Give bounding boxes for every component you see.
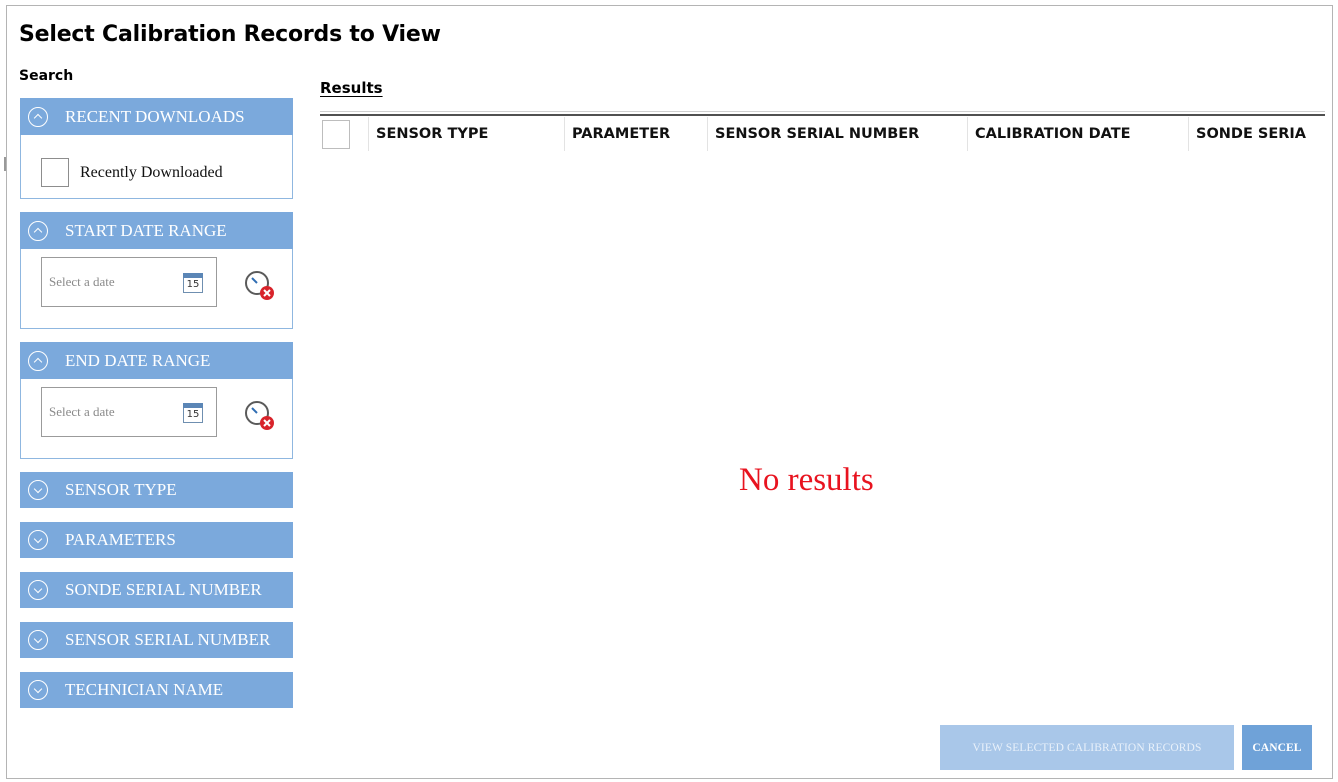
- filter-parameters: PARAMETERS: [20, 522, 293, 558]
- filter-start-date-range: START DATE RANGE 15: [20, 212, 293, 329]
- end-date-picker[interactable]: 15: [41, 387, 217, 437]
- sensor-type-header[interactable]: SENSOR TYPE: [20, 472, 293, 508]
- filter-panel: RECENT DOWNLOADS Recently Downloaded STA…: [20, 98, 293, 722]
- chevron-down-circle-icon: [28, 580, 48, 600]
- recent-downloads-body: Recently Downloaded: [20, 135, 293, 199]
- column-header-calibration-date[interactable]: CALIBRATION DATE: [967, 117, 1188, 151]
- start-date-range-body: 15: [20, 249, 293, 329]
- select-all-checkbox[interactable]: [322, 119, 350, 149]
- dialog-title: Select Calibration Records to View: [19, 22, 441, 47]
- recently-downloaded-option[interactable]: Recently Downloaded: [41, 158, 223, 187]
- chevron-down-circle-icon: [28, 680, 48, 700]
- end-date-input[interactable]: [42, 388, 172, 436]
- clear-date-icon[interactable]: [243, 398, 277, 432]
- filter-sensor-type: SENSOR TYPE: [20, 472, 293, 508]
- view-selected-records-button[interactable]: VIEW SELECTED CALIBRATION RECORDS: [940, 725, 1234, 770]
- select-all-cell: [320, 117, 368, 151]
- clear-date-icon[interactable]: [243, 268, 277, 302]
- sensor-serial-number-header[interactable]: SENSOR SERIAL NUMBER: [20, 622, 293, 658]
- chevron-up-circle-icon: [28, 220, 48, 241]
- start-date-range-label: START DATE RANGE: [65, 220, 227, 240]
- window-edge-mark: [4, 157, 6, 171]
- no-results-message: No results: [739, 462, 874, 498]
- end-date-range-label: END DATE RANGE: [65, 350, 211, 370]
- chevron-up-circle-icon: [28, 350, 48, 371]
- cancel-button[interactable]: CANCEL: [1242, 725, 1312, 770]
- filter-technician-name: TECHNICIAN NAME: [20, 672, 293, 708]
- sensor-serial-number-label: SENSOR SERIAL NUMBER: [65, 630, 271, 649]
- recent-downloads-header[interactable]: RECENT DOWNLOADS: [20, 98, 293, 135]
- start-date-input[interactable]: [42, 258, 172, 306]
- column-header-sensor-type[interactable]: SENSOR TYPE: [368, 117, 564, 151]
- start-date-picker[interactable]: 15: [41, 257, 217, 307]
- search-label: Search: [19, 68, 74, 84]
- calendar-icon[interactable]: 15: [183, 273, 203, 293]
- parameters-label: PARAMETERS: [65, 530, 176, 549]
- recent-downloads-label: RECENT DOWNLOADS: [65, 106, 245, 126]
- column-header-sensor-serial-number[interactable]: SENSOR SERIAL NUMBER: [707, 117, 967, 151]
- filter-sonde-serial-number: SONDE SERIAL NUMBER: [20, 572, 293, 608]
- chevron-down-circle-icon: [28, 630, 48, 650]
- technician-name-label: TECHNICIAN NAME: [65, 680, 224, 699]
- recently-downloaded-label: Recently Downloaded: [80, 163, 223, 181]
- chevron-down-circle-icon: [28, 530, 48, 550]
- recently-downloaded-checkbox[interactable]: [41, 158, 69, 187]
- table-top-divider: [320, 111, 1325, 112]
- sonde-serial-number-header[interactable]: SONDE SERIAL NUMBER: [20, 572, 293, 608]
- parameters-header[interactable]: PARAMETERS: [20, 522, 293, 558]
- results-table: SENSOR TYPE PARAMETER SENSOR SERIAL NUMB…: [320, 109, 1325, 709]
- sensor-type-label: SENSOR TYPE: [65, 480, 177, 499]
- chevron-up-circle-icon: [28, 106, 48, 127]
- end-date-range-header[interactable]: END DATE RANGE: [20, 342, 293, 379]
- calendar-icon[interactable]: 15: [183, 403, 203, 423]
- chevron-down-circle-icon: [28, 480, 48, 500]
- table-header-rule: [320, 114, 1325, 116]
- end-date-range-body: 15: [20, 379, 293, 459]
- results-label: Results: [320, 79, 383, 97]
- filter-end-date-range: END DATE RANGE 15: [20, 342, 293, 459]
- filter-sensor-serial-number: SENSOR SERIAL NUMBER: [20, 622, 293, 658]
- column-header-sonde-serial[interactable]: SONDE SERIA: [1188, 117, 1325, 151]
- table-header-row: SENSOR TYPE PARAMETER SENSOR SERIAL NUMB…: [320, 117, 1325, 159]
- technician-name-header[interactable]: TECHNICIAN NAME: [20, 672, 293, 708]
- start-date-range-header[interactable]: START DATE RANGE: [20, 212, 293, 249]
- filter-recent-downloads: RECENT DOWNLOADS Recently Downloaded: [20, 98, 293, 199]
- column-header-parameter[interactable]: PARAMETER: [564, 117, 707, 151]
- sonde-serial-number-label: SONDE SERIAL NUMBER: [65, 580, 262, 599]
